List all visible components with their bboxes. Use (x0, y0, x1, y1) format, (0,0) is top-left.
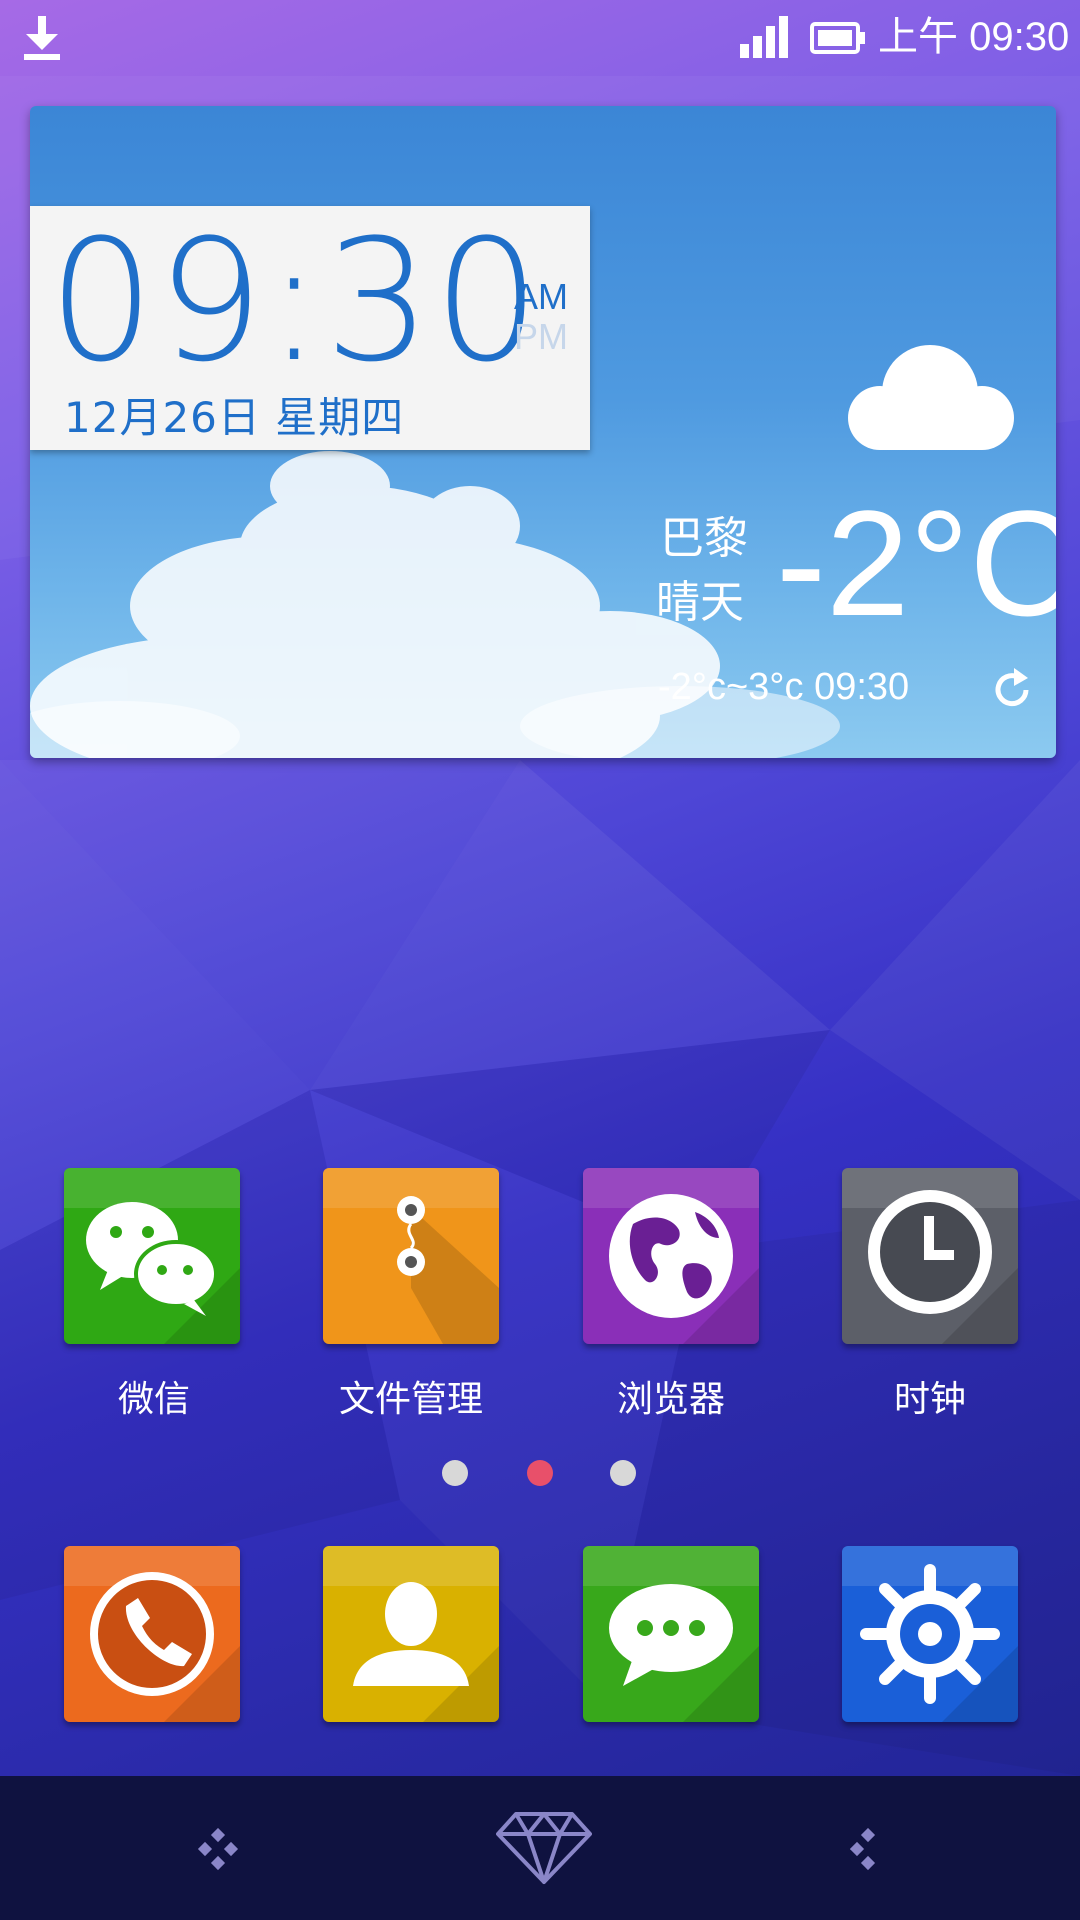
phone-icon (64, 1546, 240, 1722)
page-dot-1[interactable] (442, 1460, 468, 1486)
clock-icon (842, 1168, 1018, 1344)
folder-icon (323, 1168, 499, 1344)
download-icon (24, 16, 60, 60)
signal-icon (740, 16, 788, 58)
am-label: AM (514, 276, 568, 317)
app-browser[interactable] (583, 1168, 759, 1344)
page-dot-2-active[interactable] (527, 1460, 553, 1486)
page-dot-3[interactable] (610, 1460, 636, 1486)
app-label-clock: 时钟 (893, 1379, 966, 1420)
app-label-wechat: 微信 (117, 1379, 190, 1420)
battery-icon (810, 22, 865, 54)
wechat-icon (64, 1168, 240, 1344)
widget-time: 09:30 (48, 203, 543, 399)
app-file-manager[interactable] (323, 1168, 499, 1344)
weather-temperature: -2°C (776, 479, 1056, 647)
app-label-browser: 浏览器 (616, 1379, 725, 1420)
clock-card[interactable]: 09:30 AM PM 12月26日 星期四 (30, 206, 590, 450)
cloud-icon (848, 345, 1014, 450)
status-time: 上午 09:30 (878, 15, 1070, 59)
dock-messages[interactable] (583, 1546, 759, 1722)
status-bar: 上午 09:30 (0, 0, 1080, 76)
weather-range: -2°c~3°c 09:30 (658, 666, 910, 708)
app-label-file-manager: 文件管理 (338, 1379, 483, 1420)
widget-date: 12月26日 星期四 (64, 393, 405, 442)
weather-clock-widget[interactable]: 09:30 AM PM 12月26日 星期四 巴黎 晴天 -2°C -2°c~3… (30, 106, 1056, 758)
contacts-icon (323, 1546, 499, 1722)
pm-label: PM (514, 316, 568, 357)
globe-icon (583, 1168, 759, 1344)
settings-icon (842, 1546, 1018, 1722)
app-wechat[interactable] (64, 1168, 240, 1344)
weather-city: 巴黎 (660, 513, 748, 564)
dock-phone[interactable] (64, 1546, 240, 1722)
message-icon (583, 1546, 759, 1722)
diamond-icon[interactable] (496, 1810, 592, 1886)
weather-condition: 晴天 (656, 577, 744, 628)
refresh-icon[interactable] (988, 666, 1036, 714)
navigation-bar (0, 1776, 1080, 1920)
dock-settings[interactable] (842, 1546, 1018, 1722)
dock-contacts[interactable] (323, 1546, 499, 1722)
menu-dots-icon[interactable] (196, 1828, 240, 1872)
menu-dots-icon-right[interactable] (850, 1828, 886, 1872)
app-clock[interactable] (842, 1168, 1018, 1344)
